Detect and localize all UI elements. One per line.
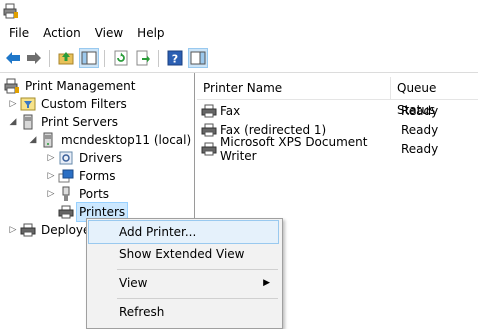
tree-item-label: Deploye bbox=[41, 223, 91, 237]
menu-view[interactable]: View bbox=[88, 22, 130, 44]
menu-help[interactable]: Help bbox=[130, 22, 171, 44]
collapse-arrow-icon[interactable]: ◢ bbox=[8, 113, 18, 131]
help-button[interactable]: ? bbox=[166, 49, 184, 67]
column-header-printer-name[interactable]: Printer Name bbox=[197, 77, 391, 99]
queue-status: Ready bbox=[401, 103, 439, 118]
tree-item-custom-filters[interactable]: ▷ Custom Filters bbox=[8, 95, 127, 113]
export-list-button[interactable] bbox=[134, 49, 152, 67]
menu-item-view[interactable]: View ▶ bbox=[89, 272, 278, 294]
tree-item-label: Print Management bbox=[25, 79, 136, 93]
menu-item-add-printer[interactable]: Add Printer... bbox=[88, 220, 279, 244]
up-one-level-button[interactable] bbox=[57, 49, 75, 67]
printer-name: Fax bbox=[220, 103, 241, 118]
printer-icon bbox=[201, 141, 217, 157]
tree-item-deployed-printers[interactable]: ▷ Deploye bbox=[8, 221, 91, 239]
tree-item-drivers[interactable]: ▷ Drivers bbox=[46, 149, 123, 167]
toolbar-separator bbox=[49, 50, 50, 67]
submenu-arrow-icon: ▶ bbox=[263, 278, 270, 288]
list-header: Printer Name Queue Status bbox=[197, 77, 478, 117]
forms-icon bbox=[58, 168, 74, 184]
collapse-arrow-icon[interactable]: ◢ bbox=[28, 131, 38, 149]
menu-separator bbox=[117, 269, 278, 270]
expand-arrow-icon[interactable]: ▷ bbox=[46, 167, 56, 185]
tree-item-server[interactable]: ◢ mcndesktop11 (local) bbox=[28, 131, 191, 149]
printer-icon bbox=[201, 103, 217, 119]
tree-item-label: Forms bbox=[79, 169, 116, 183]
action-pane-icon bbox=[190, 50, 206, 66]
title-bar bbox=[0, 0, 478, 22]
column-header-queue-status[interactable]: Queue Status bbox=[391, 77, 478, 117]
toolbar-separator bbox=[104, 50, 105, 67]
tree-item-print-servers[interactable]: ◢ Print Servers bbox=[8, 113, 118, 131]
svg-text:?: ? bbox=[172, 53, 178, 66]
printer-icon bbox=[20, 222, 36, 238]
toolbar-separator bbox=[158, 50, 159, 67]
menu-bar: File Action View Help bbox=[0, 22, 478, 44]
context-menu: Add Printer... Show Extended View View ▶… bbox=[86, 218, 283, 329]
tree-item-print-management[interactable]: Print Management bbox=[4, 77, 135, 95]
show-hide-action-pane-button[interactable] bbox=[188, 48, 208, 68]
menu-separator bbox=[117, 298, 278, 299]
forward-button[interactable] bbox=[25, 49, 43, 67]
back-arrow-icon bbox=[5, 51, 21, 65]
queue-status: Ready bbox=[401, 141, 439, 156]
filter-icon bbox=[20, 96, 36, 112]
menu-item-label: View bbox=[119, 276, 148, 290]
expand-arrow-icon[interactable]: ▷ bbox=[46, 149, 56, 167]
export-list-icon bbox=[135, 50, 151, 66]
menu-item-refresh[interactable]: Refresh bbox=[89, 301, 278, 323]
print-management-icon[interactable] bbox=[3, 3, 19, 19]
list-item[interactable]: Fax Ready bbox=[197, 101, 478, 120]
tree-item-label: Ports bbox=[79, 187, 110, 201]
back-button[interactable] bbox=[4, 49, 22, 67]
queue-status: Ready bbox=[401, 122, 439, 137]
up-folder-icon bbox=[58, 50, 74, 66]
refresh-icon bbox=[113, 50, 129, 66]
printer-icon bbox=[58, 204, 74, 220]
menu-action[interactable]: Action bbox=[36, 22, 88, 44]
expand-arrow-icon[interactable]: ▷ bbox=[46, 185, 56, 203]
tree-item-forms[interactable]: ▷ Forms bbox=[46, 167, 116, 185]
printer-name: Microsoft XPS Document Writer bbox=[220, 134, 368, 163]
tree-item-ports[interactable]: ▷ Ports bbox=[46, 185, 109, 203]
forward-arrow-icon bbox=[26, 51, 42, 65]
show-hide-tree-icon bbox=[81, 50, 97, 66]
tree-item-label: mcndesktop11 (local) bbox=[61, 133, 192, 147]
toolbar: ? bbox=[0, 44, 478, 73]
print-servers-icon bbox=[20, 114, 36, 130]
tree-item-label: Print Servers bbox=[41, 115, 119, 129]
refresh-button[interactable] bbox=[112, 49, 130, 67]
ports-icon bbox=[58, 186, 74, 202]
tree-item-label: Drivers bbox=[79, 151, 123, 165]
drivers-icon bbox=[58, 150, 74, 166]
server-icon bbox=[40, 132, 56, 148]
expand-arrow-icon[interactable]: ▷ bbox=[8, 221, 18, 239]
list-item[interactable]: Microsoft XPS Document Writer Ready bbox=[197, 135, 478, 163]
help-icon: ? bbox=[167, 50, 183, 66]
expand-arrow-icon[interactable]: ▷ bbox=[8, 95, 18, 113]
menu-file[interactable]: File bbox=[0, 22, 36, 44]
tree-item-label: Custom Filters bbox=[41, 97, 127, 111]
print-management-icon bbox=[4, 78, 20, 94]
show-hide-console-tree-button[interactable] bbox=[79, 48, 99, 68]
menu-item-show-extended-view[interactable]: Show Extended View bbox=[89, 243, 278, 265]
